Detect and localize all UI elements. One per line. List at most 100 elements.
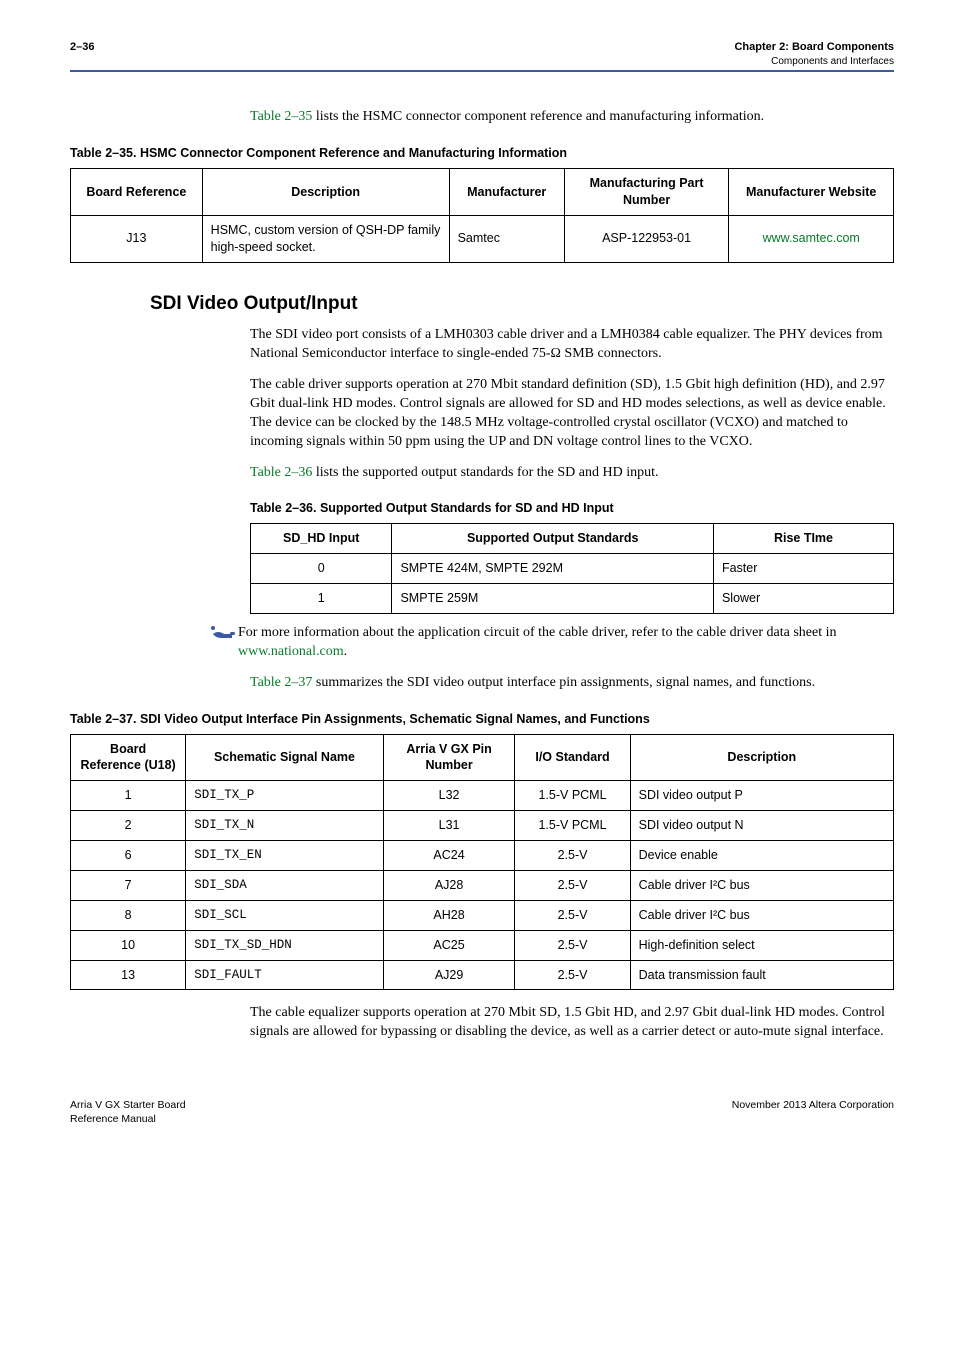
footer-left-2: Reference Manual [70, 1113, 156, 1125]
table-row: 2 SDI_TX_N L31 1.5-V PCML SDI video outp… [71, 811, 894, 841]
intro-text: lists the HSMC connector component refer… [316, 109, 764, 124]
t37-head-c1: Board Reference (U18) [71, 734, 186, 781]
table-37-caption: Table 2–37. SDI Video Output Interface P… [70, 711, 894, 728]
cell: 1 [71, 781, 186, 811]
t37-head-c4: I/O Standard [515, 734, 630, 781]
cell: Cable driver I²C bus [630, 870, 893, 900]
cell: AJ29 [383, 960, 515, 990]
t35-r1-c2: HSMC, custom version of QSH-DP family hi… [202, 215, 449, 262]
table-row: 10 SDI_TX_SD_HDN AC25 2.5-V High-definit… [71, 930, 894, 960]
hand-point-icon [210, 624, 238, 643]
t37-head-c5: Description [630, 734, 893, 781]
page-header: 2–36 Chapter 2: Board Components Compone… [70, 40, 894, 68]
t35-r1-c5[interactable]: www.samtec.com [729, 215, 894, 262]
footer-left: Arria V GX Starter Board Reference Manua… [70, 1098, 186, 1126]
table-row: 13 SDI_FAULT AJ29 2.5-V Data transmissio… [71, 960, 894, 990]
cell: AH28 [383, 900, 515, 930]
para-1: The SDI video port consists of a LMH0303… [250, 326, 894, 364]
table-row: 1 SDI_TX_P L32 1.5-V PCML SDI video outp… [71, 781, 894, 811]
table-row: 7 SDI_SDA AJ28 2.5-V Cable driver I²C bu… [71, 870, 894, 900]
table-35: Board Reference Description Manufacturer… [70, 168, 894, 263]
t35-r1-c1: J13 [71, 215, 203, 262]
t35-head-partno: Manufacturing Part Number [564, 169, 729, 216]
cell: SDI video output P [630, 781, 893, 811]
cell: Device enable [630, 841, 893, 871]
page-footer: Arria V GX Starter Board Reference Manua… [70, 1098, 894, 1126]
cell: SDI_SDA [186, 870, 384, 900]
cell: 10 [71, 930, 186, 960]
cell: AJ28 [383, 870, 515, 900]
cell: 6 [71, 841, 186, 871]
table-row: J13 HSMC, custom version of QSH-DP famil… [71, 215, 894, 262]
t36-r1-c3: Faster [713, 554, 893, 584]
t35-head-mfr: Manufacturer [449, 169, 564, 216]
table-36: SD_HD Input Supported Output Standards R… [250, 523, 894, 614]
chapter-line: Chapter 2: Board Components [734, 41, 894, 53]
chapter-title-block: Chapter 2: Board Components Components a… [734, 40, 894, 68]
cell: 2 [71, 811, 186, 841]
external-link[interactable]: www.national.com [238, 644, 344, 659]
table-row: 8 SDI_SCL AH28 2.5-V Cable driver I²C bu… [71, 900, 894, 930]
table-row: 0 SMPTE 424M, SMPTE 292M Faster [251, 554, 894, 584]
para-4: Table 2–37 summarizes the SDI video outp… [250, 674, 894, 693]
t36-r2-c3: Slower [713, 584, 893, 614]
cell: L31 [383, 811, 515, 841]
t35-head-board-ref: Board Reference [71, 169, 203, 216]
section-heading: SDI Video Output/Input [150, 291, 894, 317]
cell: 2.5-V [515, 900, 630, 930]
table-ref-link[interactable]: Table 2–35 [250, 109, 312, 124]
para-3-text: lists the supported output standards for… [312, 465, 658, 480]
cell: 7 [71, 870, 186, 900]
cell: 2.5-V [515, 841, 630, 871]
cell: L32 [383, 781, 515, 811]
cell: 2.5-V [515, 930, 630, 960]
t35-head-desc: Description [202, 169, 449, 216]
cell: 1.5-V PCML [515, 781, 630, 811]
header-rule [70, 70, 894, 72]
t36-r1-c2: SMPTE 424M, SMPTE 292M [392, 554, 714, 584]
cell: SDI_FAULT [186, 960, 384, 990]
t35-head-website: Manufacturer Website [729, 169, 894, 216]
table-ref-link[interactable]: Table 2–36 [250, 465, 312, 480]
note-text-b: . [344, 644, 348, 659]
cell: AC25 [383, 930, 515, 960]
t36-r2-c2: SMPTE 259M [392, 584, 714, 614]
t37-head-c2: Schematic Signal Name [186, 734, 384, 781]
t35-r1-c4: ASP-122953-01 [564, 215, 729, 262]
t36-r1-c1: 0 [251, 554, 392, 584]
cell: 13 [71, 960, 186, 990]
note-block: For more information about the applicati… [210, 624, 894, 662]
table-35-caption: Table 2–35. HSMC Connector Component Ref… [70, 145, 894, 162]
cell: SDI_TX_P [186, 781, 384, 811]
t36-head-c1: SD_HD Input [251, 524, 392, 554]
t36-head-c3: Rise TIme [713, 524, 893, 554]
note-text-a: For more information about the applicati… [238, 625, 836, 640]
table-ref-link[interactable]: Table 2–37 [250, 675, 312, 690]
t36-head-c2: Supported Output Standards [392, 524, 714, 554]
cell: Cable driver I²C bus [630, 900, 893, 930]
para-5: The cable equalizer supports operation a… [250, 1004, 894, 1042]
table-row: 1 SMPTE 259M Slower [251, 584, 894, 614]
cell: 2.5-V [515, 870, 630, 900]
cell: 8 [71, 900, 186, 930]
table-36-caption: Table 2–36. Supported Output Standards f… [250, 500, 894, 517]
footer-left-1: Arria V GX Starter Board [70, 1099, 186, 1111]
t35-r1-c3: Samtec [449, 215, 564, 262]
cell: 1.5-V PCML [515, 811, 630, 841]
cell: SDI_SCL [186, 900, 384, 930]
table-row: 6 SDI_TX_EN AC24 2.5-V Device enable [71, 841, 894, 871]
cell: SDI video output N [630, 811, 893, 841]
cell: AC24 [383, 841, 515, 871]
table-37: Board Reference (U18) Schematic Signal N… [70, 734, 894, 991]
t37-head-c3: Arria V GX Pin Number [383, 734, 515, 781]
page-number: 2–36 [70, 40, 94, 55]
cell: SDI_TX_EN [186, 841, 384, 871]
chapter-sub-line: Components and Interfaces [734, 55, 894, 69]
para-4-text: summarizes the SDI video output interfac… [312, 675, 815, 690]
para-3: Table 2–36 lists the supported output st… [250, 464, 894, 483]
note-text: For more information about the applicati… [238, 624, 894, 662]
footer-right: November 2013 Altera Corporation [732, 1098, 894, 1126]
cell: Data transmission fault [630, 960, 893, 990]
para-2: The cable driver supports operation at 2… [250, 376, 894, 452]
cell: SDI_TX_SD_HDN [186, 930, 384, 960]
